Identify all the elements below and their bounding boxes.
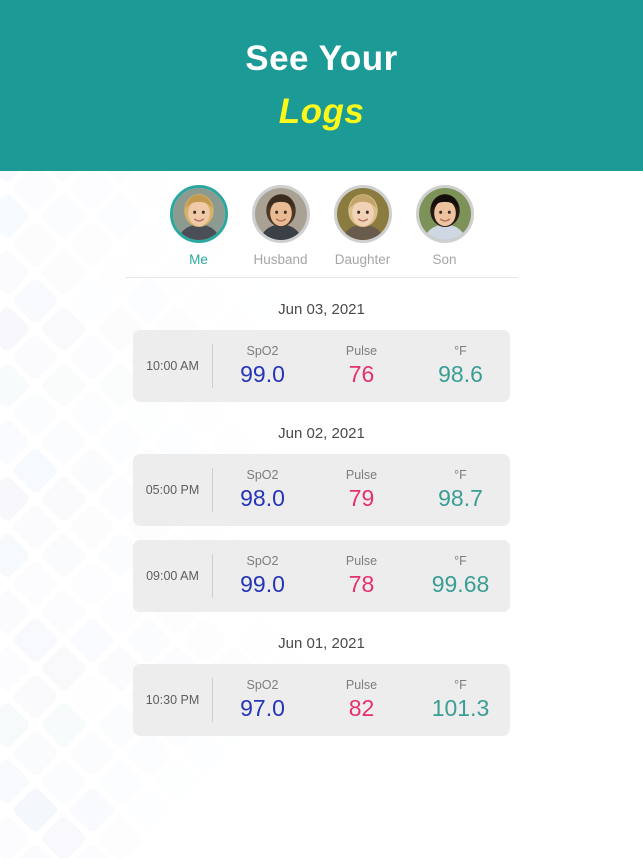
- metric-pulse: Pulse 76: [312, 344, 411, 389]
- metric-spo2: SpO2 99.0: [213, 344, 312, 389]
- profile-tab-daughter[interactable]: Daughter: [322, 185, 404, 267]
- metric-group: SpO2 99.0 Pulse 76 °F 98.6: [213, 344, 510, 389]
- metric-spo2-value: 99.0: [213, 570, 312, 599]
- metric-temperature-label: °F: [411, 468, 510, 483]
- metric-pulse-label: Pulse: [312, 344, 411, 359]
- metric-temperature-label: °F: [411, 554, 510, 569]
- metric-pulse: Pulse 79: [312, 468, 411, 513]
- log-entry-card[interactable]: 09:00 AM SpO2 99.0 Pulse 78 °F 99.68: [133, 540, 510, 612]
- metric-pulse-value: 76: [312, 360, 411, 389]
- metric-temperature: °F 98.7: [411, 468, 510, 513]
- metric-spo2-value: 97.0: [213, 694, 312, 723]
- metric-pulse-value: 79: [312, 484, 411, 513]
- metric-temperature-value: 99.68: [411, 570, 510, 599]
- log-entry-card[interactable]: 10:00 AM SpO2 99.0 Pulse 76 °F 98.6: [133, 330, 510, 402]
- log-entry-time: 05:00 PM: [133, 483, 212, 497]
- log-entry-card[interactable]: 05:00 PM SpO2 98.0 Pulse 79 °F 98.7: [133, 454, 510, 526]
- avatar-man-beard[interactable]: [252, 185, 310, 243]
- metric-spo2-value: 99.0: [213, 360, 312, 389]
- metric-temperature-value: 98.7: [411, 484, 510, 513]
- profile-tab-me[interactable]: Me: [158, 185, 240, 267]
- metric-temperature: °F 99.68: [411, 554, 510, 599]
- metric-pulse: Pulse 78: [312, 554, 411, 599]
- log-entry-time: 10:00 AM: [133, 359, 212, 373]
- metric-group: SpO2 99.0 Pulse 78 °F 99.68: [213, 554, 510, 599]
- profile-tab-label: Daughter: [335, 252, 391, 267]
- metric-temperature-label: °F: [411, 678, 510, 693]
- metric-temperature: °F 98.6: [411, 344, 510, 389]
- metric-spo2-label: SpO2: [213, 468, 312, 483]
- avatar-girl[interactable]: [334, 185, 392, 243]
- profile-tabs: Me Husband Daughter Son: [0, 185, 643, 267]
- profile-tab-son[interactable]: Son: [404, 185, 486, 267]
- page-title-line2: Logs: [279, 92, 365, 132]
- profile-tab-label: Me: [189, 252, 208, 267]
- main-content: Me Husband Daughter Son Jun 03, 2021 10:00 A…: [0, 171, 643, 736]
- metric-temperature-label: °F: [411, 344, 510, 359]
- metric-pulse-label: Pulse: [312, 468, 411, 483]
- profile-tab-husband[interactable]: Husband: [240, 185, 322, 267]
- log-date-heading: Jun 03, 2021: [0, 301, 643, 318]
- avatar-woman-blonde[interactable]: [170, 185, 228, 243]
- log-list: Jun 03, 2021 10:00 AM SpO2 99.0 Pulse 76 °F 98.…: [0, 301, 643, 736]
- metric-group: SpO2 98.0 Pulse 79 °F 98.7: [213, 468, 510, 513]
- metric-spo2-label: SpO2: [213, 678, 312, 693]
- metric-group: SpO2 97.0 Pulse 82 °F 101.3: [213, 678, 510, 723]
- metric-spo2-value: 98.0: [213, 484, 312, 513]
- metric-spo2: SpO2 97.0: [213, 678, 312, 723]
- page-header: See Your Logs: [0, 0, 643, 171]
- metric-pulse-value: 78: [312, 570, 411, 599]
- log-entry-time: 09:00 AM: [133, 569, 212, 583]
- metric-temperature-value: 98.6: [411, 360, 510, 389]
- metric-temperature: °F 101.3: [411, 678, 510, 723]
- log-date-heading: Jun 01, 2021: [0, 635, 643, 652]
- avatar-boy[interactable]: [416, 185, 474, 243]
- profile-tab-label: Son: [432, 252, 456, 267]
- metric-pulse-value: 82: [312, 694, 411, 723]
- log-entry-time: 10:30 PM: [133, 693, 212, 707]
- page-title-line1: See Your: [245, 39, 398, 79]
- metric-spo2: SpO2 99.0: [213, 554, 312, 599]
- metric-temperature-value: 101.3: [411, 694, 510, 723]
- log-entry-card[interactable]: 10:30 PM SpO2 97.0 Pulse 82 °F 101.3: [133, 664, 510, 736]
- log-date-heading: Jun 02, 2021: [0, 425, 643, 442]
- metric-spo2-label: SpO2: [213, 554, 312, 569]
- metric-spo2: SpO2 98.0: [213, 468, 312, 513]
- profile-tab-label: Husband: [253, 252, 307, 267]
- app-screen: See Your Logs Me Husband Daughter Son Jun 0…: [0, 0, 643, 858]
- metric-pulse: Pulse 82: [312, 678, 411, 723]
- metric-pulse-label: Pulse: [312, 554, 411, 569]
- tabs-divider: [126, 277, 518, 278]
- metric-pulse-label: Pulse: [312, 678, 411, 693]
- metric-spo2-label: SpO2: [213, 344, 312, 359]
